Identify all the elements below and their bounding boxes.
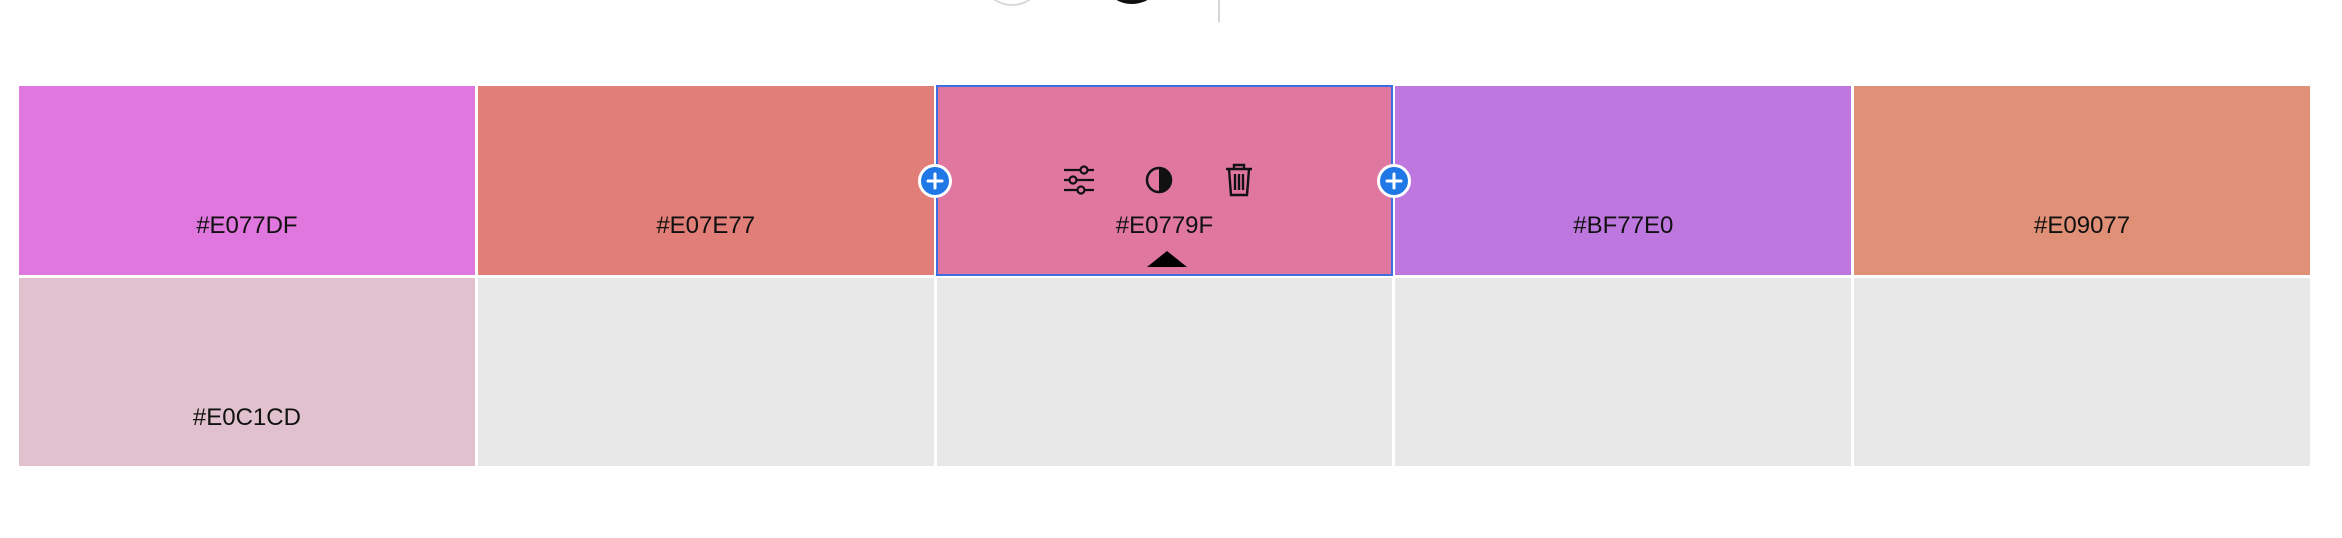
empty-swatch-slot[interactable]: [477, 277, 934, 466]
empty-swatch-slot[interactable]: [1395, 277, 1852, 466]
plus-icon: [1385, 172, 1403, 190]
color-swatch[interactable]: #BF77E0: [1395, 86, 1852, 275]
contrast-icon[interactable]: [1141, 162, 1177, 198]
toolbar-divider: [1218, 0, 1220, 22]
empty-swatch-slot[interactable]: [936, 277, 1393, 466]
caret-up-icon[interactable]: [1147, 250, 1188, 267]
swatch-hex-label[interactable]: #E07E77: [478, 214, 934, 238]
swatch-hex-label[interactable]: #E0779F: [937, 214, 1393, 238]
circle-solid-icon[interactable]: [1100, 0, 1164, 4]
color-swatch[interactable]: #E077DF: [19, 86, 475, 275]
swatch-hex-label[interactable]: #BF77E0: [1395, 214, 1851, 238]
color-palette-grid: #E077DF #E07E77 #E0779F #BF77E0 #E09077 …: [19, 85, 2310, 466]
plus-icon: [926, 172, 944, 190]
selected-color-swatch[interactable]: #E0779F: [917, 85, 1412, 276]
swatch-toolbar: [937, 160, 1393, 200]
adjust-sliders-icon[interactable]: [1061, 162, 1097, 198]
empty-swatch-slot[interactable]: [1854, 277, 2310, 466]
top-toolbar: [0, 0, 2342, 30]
add-color-left-button[interactable]: [917, 164, 952, 198]
color-swatch[interactable]: #E0C1CD: [19, 277, 475, 466]
color-swatch[interactable]: #E09077: [1854, 86, 2310, 275]
swatch-hex-label[interactable]: #E09077: [1854, 214, 2310, 238]
swatch-hex-label[interactable]: #E077DF: [19, 214, 475, 238]
trash-icon[interactable]: [1221, 162, 1257, 198]
color-swatch[interactable]: #E07E77: [477, 86, 934, 275]
swatch-hex-label[interactable]: #E0C1CD: [19, 405, 475, 430]
circle-outline-icon[interactable]: [980, 0, 1044, 6]
